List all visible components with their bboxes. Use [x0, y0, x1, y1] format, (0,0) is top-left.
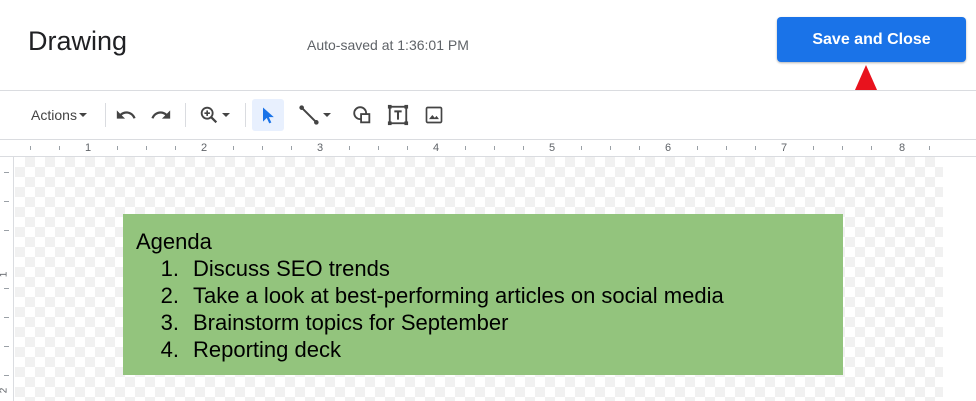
toolbar-separator [105, 103, 106, 127]
list-text: Take a look at best-performing articles … [193, 283, 724, 308]
redo-icon[interactable] [147, 99, 175, 131]
ruler-label: 6 [665, 142, 672, 154]
zoom-icon[interactable] [193, 99, 237, 131]
list-item: 3. Brainstorm topics for September [136, 309, 843, 336]
list-text: Discuss SEO trends [193, 256, 390, 281]
list-item: 1. Discuss SEO trends [136, 255, 843, 282]
list-number: 1. [160, 256, 179, 281]
actions-label: Actions [31, 107, 77, 123]
page-title: Drawing [28, 26, 128, 56]
ruler-label: 5 [549, 142, 556, 154]
list-item: 4. Reporting deck [136, 336, 843, 363]
actions-menu-button[interactable]: Actions [22, 99, 98, 131]
toolbar: Actions [0, 91, 976, 139]
chevron-down-icon [222, 113, 230, 117]
ruler-label: 7 [781, 142, 788, 154]
header-bar: Drawing Auto-saved at 1:36:01 PM Save an… [0, 0, 976, 90]
textbox-icon[interactable] [384, 99, 412, 131]
undo-icon[interactable] [112, 99, 140, 131]
autosave-status: Auto-saved at 1:36:01 PM [307, 37, 469, 53]
ruler-label: 1 [85, 142, 92, 154]
list-text: Brainstorm topics for September [193, 310, 509, 335]
list-number: 2. [160, 283, 179, 308]
left-ruler: 1 2 [0, 157, 14, 401]
ruler-label: 4 [433, 142, 440, 154]
ruler-label: 1 [0, 272, 9, 278]
list-number: 3. [160, 310, 179, 335]
image-icon[interactable] [420, 99, 448, 131]
ruler-label: 2 [0, 388, 9, 394]
list-item: 2. Take a look at best-performing articl… [136, 282, 843, 309]
select-icon[interactable] [252, 99, 284, 131]
list-text: Reporting deck [193, 337, 341, 362]
agenda-heading: Agenda [136, 229, 212, 254]
canvas-gutter [943, 157, 976, 401]
top-ruler: 1 2 3 4 5 6 7 8 [0, 139, 976, 157]
shape-icon[interactable] [348, 99, 376, 131]
ruler-label: 8 [899, 142, 906, 154]
line-icon[interactable] [292, 99, 340, 131]
ruler-label: 2 [201, 142, 208, 154]
save-and-close-button[interactable]: Save and Close [777, 17, 966, 62]
toolbar-separator [185, 103, 186, 127]
agenda-text-box[interactable]: Agenda 1. Discuss SEO trends 2. Take a l… [123, 214, 843, 375]
list-number: 4. [160, 337, 179, 362]
chevron-down-icon [323, 113, 331, 117]
toolbar-separator [245, 103, 246, 127]
ruler-label: 3 [317, 142, 324, 154]
chevron-down-icon [78, 113, 87, 117]
